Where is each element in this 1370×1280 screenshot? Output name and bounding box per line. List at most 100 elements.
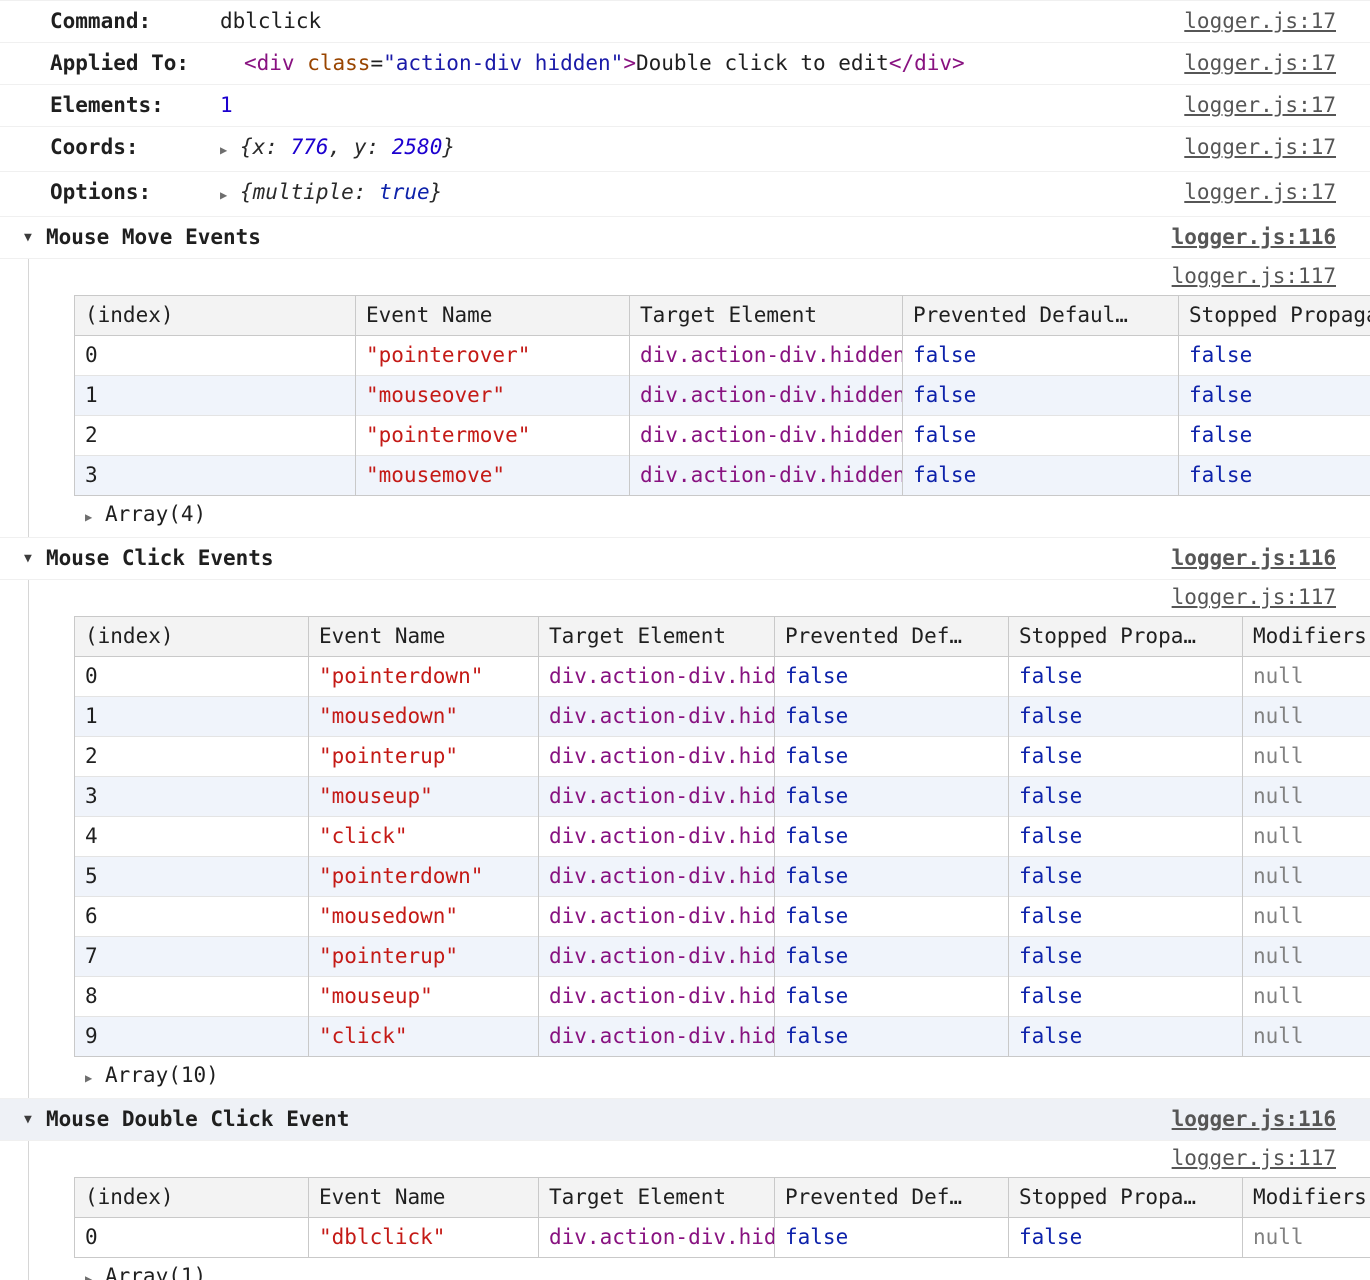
table-cell: null xyxy=(1243,1017,1370,1057)
source-link[interactable]: logger.js:17 xyxy=(1184,135,1336,160)
node-cell[interactable]: div.action-div.hidden xyxy=(630,336,903,376)
group-body: logger.js:117 (index)Event NameTarget El… xyxy=(0,1141,1370,1280)
node-cell[interactable]: div.action-div.hidden xyxy=(539,1017,775,1057)
console-table: (index)Event NameTarget ElementPrevented… xyxy=(74,616,1370,1057)
column-header[interactable]: Modifiers xyxy=(1243,617,1370,657)
column-header[interactable]: Stopped Propagat… xyxy=(1179,296,1370,336)
node-cell[interactable]: div.action-div.hidden xyxy=(539,1218,775,1258)
node-cell[interactable]: div.action-div.hidden xyxy=(539,657,775,697)
source-link[interactable]: logger.js:17 xyxy=(1184,180,1336,205)
console-message-options: Options: ▶{multiple: true} logger.js:17 xyxy=(0,172,1370,217)
group-header-mouse-click-events[interactable]: ▼ Mouse Click Events logger.js:116 xyxy=(0,538,1370,580)
node-cell[interactable]: div.action-div.hidden xyxy=(539,897,775,937)
table-row: 2"pointermove"div.action-div.hiddenfalse… xyxy=(75,416,1370,456)
column-header[interactable]: Target Element xyxy=(539,617,775,657)
table-cell: null xyxy=(1243,697,1370,737)
table-cell: false xyxy=(1009,897,1243,937)
table-cell: false xyxy=(775,697,1009,737)
node-cell[interactable]: div.action-div.hidden xyxy=(539,857,775,897)
node-cell[interactable]: div.action-div.hidden xyxy=(630,456,903,496)
node-cell[interactable]: div.action-div.hidden xyxy=(539,697,775,737)
collapse-triangle-icon[interactable]: ▼ xyxy=(24,1107,46,1132)
column-header[interactable]: Prevented Def… xyxy=(775,617,1009,657)
expand-triangle-icon[interactable]: ▶ xyxy=(220,138,240,163)
array-preview[interactable]: ▶ Array(10) xyxy=(28,1057,1370,1098)
source-link[interactable]: logger.js:116 xyxy=(1172,225,1336,250)
node-cell[interactable]: div.action-div.hidden xyxy=(539,777,775,817)
expand-triangle-icon[interactable]: ▶ xyxy=(85,505,105,530)
source-link[interactable]: logger.js:116 xyxy=(1172,546,1336,571)
table-cell: "pointerover" xyxy=(356,336,630,376)
column-header[interactable]: Stopped Propa… xyxy=(1009,617,1243,657)
node-cell[interactable]: div.action-div.hidden xyxy=(539,817,775,857)
table-cell: false xyxy=(775,897,1009,937)
column-header[interactable]: Event Name xyxy=(309,1178,539,1218)
node-cell[interactable]: div.action-div.hidden xyxy=(539,977,775,1017)
table-cell: false xyxy=(1009,857,1243,897)
source-link[interactable]: logger.js:117 xyxy=(1172,1146,1336,1171)
node-text-token: Double click to edit xyxy=(636,51,889,75)
table-cell: "pointerdown" xyxy=(309,657,539,697)
table-cell: false xyxy=(1179,376,1370,416)
expand-triangle-icon[interactable]: ▶ xyxy=(85,1267,105,1280)
source-link[interactable]: logger.js:117 xyxy=(1172,264,1336,289)
property-key: y: xyxy=(354,135,392,159)
table-cell: "mouseup" xyxy=(309,777,539,817)
array-preview[interactable]: ▶ Array(4) xyxy=(28,496,1370,537)
property-value: 776 xyxy=(291,135,329,159)
column-header[interactable]: Prevented Def… xyxy=(775,1178,1009,1218)
source-link[interactable]: logger.js:17 xyxy=(1184,93,1336,118)
property-value: 2580 xyxy=(392,135,443,159)
source-link[interactable]: logger.js:17 xyxy=(1184,51,1336,76)
table-cell: false xyxy=(903,336,1179,376)
table-row: 3"mouseup"div.action-div.hiddenfalsefals… xyxy=(75,777,1370,817)
source-link[interactable]: logger.js:17 xyxy=(1184,9,1336,34)
table-source-row: logger.js:117 xyxy=(28,259,1370,291)
column-header[interactable]: Stopped Propa… xyxy=(1009,1178,1243,1218)
object-preview[interactable]: ▶{x: 776, y: 2580} xyxy=(220,135,455,163)
table-header-row: (index)Event NameTarget ElementPrevented… xyxy=(75,296,1370,336)
column-header[interactable]: Modifiers xyxy=(1243,1178,1370,1218)
node-cell[interactable]: div.action-div.hidden xyxy=(539,937,775,977)
table-header-row: (index)Event NameTarget ElementPrevented… xyxy=(75,1178,1370,1218)
column-header[interactable]: Target Element xyxy=(630,296,903,336)
table-row: 2"pointerup"div.action-div.hiddenfalsefa… xyxy=(75,737,1370,777)
group-header-mouse-move-events[interactable]: ▼ Mouse Move Events logger.js:116 xyxy=(0,217,1370,259)
column-header[interactable]: (index) xyxy=(75,1178,309,1218)
table-cell: false xyxy=(903,456,1179,496)
group-body: logger.js:117 (index)Event NameTarget El… xyxy=(0,259,1370,538)
table-cell: "pointerup" xyxy=(309,937,539,977)
message-label: Command: xyxy=(50,9,220,34)
node-cell[interactable]: div.action-div.hidden xyxy=(630,416,903,456)
column-header[interactable]: Prevented Defaul… xyxy=(903,296,1179,336)
node-cell[interactable]: div.action-div.hidden xyxy=(630,376,903,416)
collapse-triangle-icon[interactable]: ▼ xyxy=(24,225,46,250)
table-cell: false xyxy=(1009,657,1243,697)
elements-count: 1 xyxy=(220,93,233,118)
node-cell[interactable]: div.action-div.hidden xyxy=(539,737,775,777)
table-cell: false xyxy=(1009,817,1243,857)
table-row: 8"mouseup"div.action-div.hiddenfalsefals… xyxy=(75,977,1370,1017)
dom-node-preview[interactable]: <div class="action-div hidden">Double cl… xyxy=(244,51,965,76)
table-row: 5"pointerdown"div.action-div.hiddenfalse… xyxy=(75,857,1370,897)
collapse-triangle-icon[interactable]: ▼ xyxy=(24,546,46,571)
expand-triangle-icon[interactable]: ▶ xyxy=(85,1066,105,1091)
table-cell: false xyxy=(1009,1218,1243,1258)
column-header[interactable]: Target Element xyxy=(539,1178,775,1218)
column-header[interactable]: Event Name xyxy=(309,617,539,657)
group-header-mouse-double-click-event[interactable]: ▼ Mouse Double Click Event logger.js:116 xyxy=(0,1099,1370,1141)
brace-token: } xyxy=(430,180,443,204)
source-link[interactable]: logger.js:117 xyxy=(1172,585,1336,610)
source-link[interactable]: logger.js:116 xyxy=(1172,1107,1336,1132)
table-cell: "pointerdown" xyxy=(309,857,539,897)
table-cell: "pointerup" xyxy=(309,737,539,777)
array-preview[interactable]: ▶ Array(1) xyxy=(28,1258,1370,1280)
expand-triangle-icon[interactable]: ▶ xyxy=(220,183,240,208)
tag-end-token: </div> xyxy=(889,51,965,75)
object-preview[interactable]: ▶{multiple: true} xyxy=(220,180,442,208)
column-header[interactable]: (index) xyxy=(75,617,309,657)
array-preview-label: Array(1) xyxy=(105,1264,206,1280)
column-header[interactable]: Event Name xyxy=(356,296,630,336)
column-header[interactable]: (index) xyxy=(75,296,356,336)
table-cell: false xyxy=(775,657,1009,697)
